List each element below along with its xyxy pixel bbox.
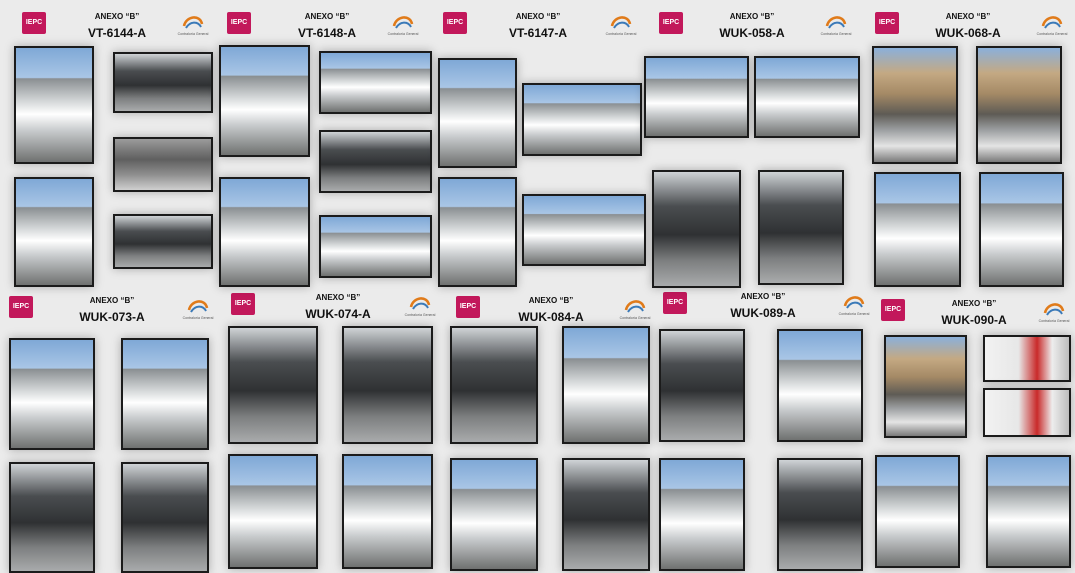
annex-label: ANEXO “B” [528, 296, 574, 305]
vehicle-photo [986, 455, 1071, 568]
iepc-logo: IEPC [456, 296, 480, 318]
vehicle-photo [983, 335, 1071, 382]
contraloria-logo: Contraloría General [1035, 299, 1073, 323]
vehicle-photo [319, 215, 432, 278]
vehicle-code: WUK-089-A [730, 306, 796, 320]
iepc-logo: IEPC [659, 12, 683, 34]
iepc-logo: IEPC [227, 12, 251, 34]
vehicle-photo [14, 177, 94, 287]
annex-header: IEPC ANEXO “B” WUK-089-A Contraloría Gen… [663, 292, 873, 330]
contraloria-logo: Contraloría General [817, 12, 855, 36]
vehicle-photo [319, 51, 432, 114]
contraloria-logo: Contraloría General [174, 12, 212, 36]
iepc-logo: IEPC [875, 12, 899, 34]
vehicle-code: WUK-058-A [719, 26, 785, 40]
vehicle-photo [342, 454, 433, 569]
vehicle-photo [522, 194, 646, 266]
annex-label: ANEXO “B” [729, 12, 775, 21]
vehicle-code: WUK-074-A [305, 307, 371, 321]
annex-label: ANEXO “B” [304, 12, 350, 21]
iepc-logo: IEPC [443, 12, 467, 34]
vehicle-photo [9, 338, 95, 450]
annex-label: ANEXO “B” [89, 296, 135, 305]
vehicle-photo [983, 388, 1071, 437]
vehicle-photo [874, 172, 961, 287]
annex-label: ANEXO “B” [515, 12, 561, 21]
vehicle-photo [754, 56, 860, 138]
vehicle-photo [121, 462, 209, 573]
annex-header: IEPC ANEXO “B” WUK-058-A Contraloría Gen… [659, 12, 855, 50]
vehicle-photo [562, 326, 650, 444]
vehicle-photo [777, 458, 863, 571]
vehicle-photo [659, 458, 745, 571]
vehicle-code: VT-6147-A [508, 26, 568, 40]
vehicle-photo [875, 455, 960, 568]
vehicle-photo [219, 177, 310, 287]
vehicle-code: VT-6148-A [297, 26, 357, 40]
vehicle-photo [450, 326, 538, 444]
vehicle-photo [450, 458, 538, 571]
vehicle-photo [319, 130, 432, 193]
vehicle-code: WUK-073-A [79, 310, 145, 324]
vehicle-photo [113, 137, 213, 192]
vehicle-code: WUK-084-A [518, 310, 584, 324]
vehicle-photo [113, 214, 213, 269]
vehicle-photo [228, 326, 318, 444]
vehicle-photo [884, 335, 967, 438]
vehicle-photo [438, 58, 517, 168]
vehicle-photo [14, 46, 94, 164]
vehicle-photo [644, 56, 749, 138]
annex-header: IEPC ANEXO “B” WUK-090-A Contraloría Gen… [881, 299, 1073, 337]
vehicle-photo [522, 83, 642, 156]
vehicle-photo [652, 170, 741, 288]
vehicle-photo [872, 46, 958, 164]
vehicle-photo [121, 338, 209, 450]
iepc-logo: IEPC [881, 299, 905, 321]
vehicle-photo [438, 177, 517, 287]
vehicle-code: VT-6144-A [87, 26, 147, 40]
annex-label: ANEXO “B” [315, 293, 361, 302]
vehicle-code: WUK-068-A [935, 26, 1001, 40]
vehicle-photo [979, 172, 1064, 287]
contraloria-logo: Contraloría General [616, 296, 654, 320]
contraloria-logo: Contraloría General [179, 296, 217, 320]
contraloria-logo: Contraloría General [384, 12, 422, 36]
iepc-logo: IEPC [231, 293, 255, 315]
vehicle-photo [758, 170, 844, 285]
iepc-logo: IEPC [663, 292, 687, 314]
vehicle-photo [342, 326, 433, 444]
contraloria-logo: Contraloría General [401, 293, 439, 317]
vehicle-photo [777, 329, 863, 442]
annex-label: ANEXO “B” [94, 12, 140, 21]
annex-header: IEPC ANEXO “B” WUK-068-A Contraloría Gen… [875, 12, 1071, 50]
vehicle-photo [9, 462, 95, 573]
vehicle-photo [219, 45, 310, 157]
vehicle-photo [113, 52, 213, 113]
vehicle-photo [659, 329, 745, 442]
annex-label: ANEXO “B” [951, 299, 997, 308]
vehicle-photo [562, 458, 650, 571]
document-page: IEPC ANEXO “B” VT-6144-A Contraloría Gen… [0, 0, 1075, 573]
contraloria-logo: Contraloría General [602, 12, 640, 36]
annex-header: IEPC ANEXO “B” VT-6147-A Contraloría Gen… [443, 12, 640, 50]
iepc-logo: IEPC [9, 296, 33, 318]
contraloria-logo: Contraloría General [835, 292, 873, 316]
contraloria-logo: Contraloría General [1033, 12, 1071, 36]
annex-header: IEPC ANEXO “B” VT-6144-A Contraloría Gen… [22, 12, 212, 50]
vehicle-photo [976, 46, 1062, 164]
iepc-logo: IEPC [22, 12, 46, 34]
annex-label: ANEXO “B” [740, 292, 786, 301]
annex-header: IEPC ANEXO “B” WUK-073-A Contraloría Gen… [9, 296, 217, 334]
vehicle-code: WUK-090-A [941, 313, 1007, 327]
vehicle-photo [228, 454, 318, 569]
annex-label: ANEXO “B” [945, 12, 991, 21]
